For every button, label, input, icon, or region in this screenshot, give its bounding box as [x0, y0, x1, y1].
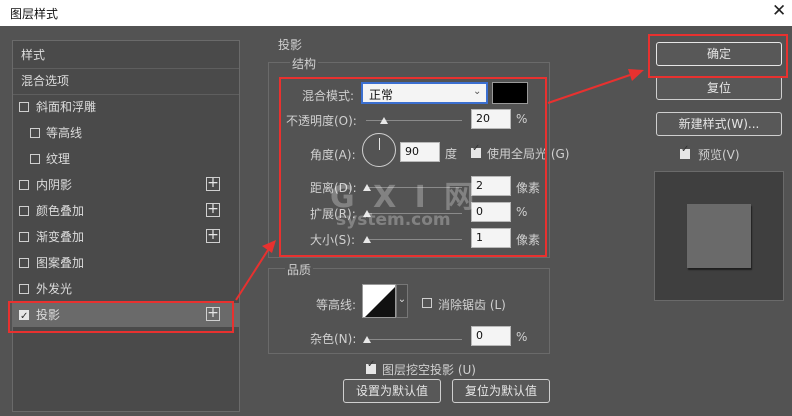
arrow-head	[262, 240, 276, 253]
arrow-line	[547, 74, 631, 104]
annotation-arrows	[235, 69, 644, 301]
arrow-line	[235, 249, 269, 301]
arrow-head	[628, 69, 644, 81]
